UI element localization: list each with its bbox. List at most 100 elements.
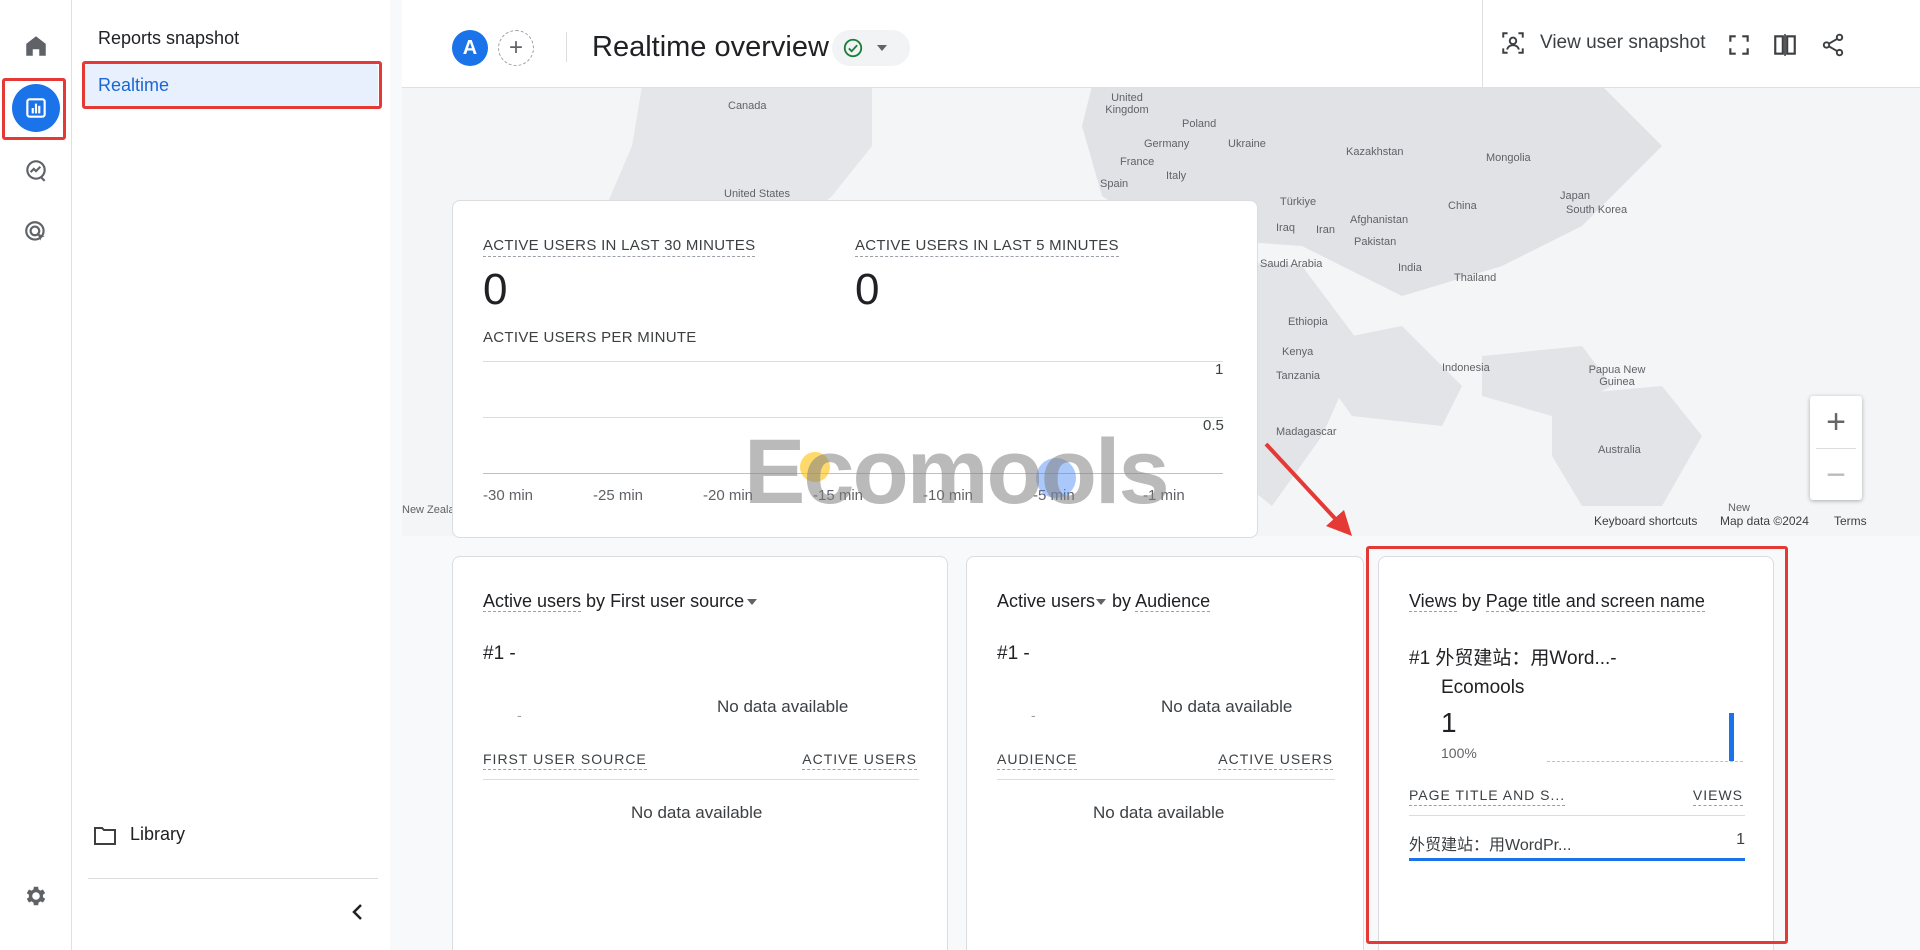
map-country-label: Italy bbox=[1166, 170, 1187, 182]
caret-down-icon[interactable] bbox=[746, 597, 758, 607]
chart-no-data: No data available bbox=[717, 697, 849, 716]
map-country-label: France bbox=[1120, 156, 1155, 168]
map-country-label: China bbox=[1448, 200, 1477, 212]
map-country-label: Germany bbox=[1144, 138, 1190, 150]
map-country-label: India bbox=[1398, 262, 1422, 274]
views-card-highlight-box bbox=[1366, 546, 1788, 944]
zoom-in-button[interactable]: + bbox=[1810, 396, 1862, 448]
chevron-left-icon[interactable] bbox=[346, 900, 370, 924]
map-country-label: Kazakhstan bbox=[1346, 146, 1404, 158]
annotation-arrow-icon bbox=[1264, 442, 1352, 536]
chart-gridline bbox=[483, 417, 1223, 418]
map-country-label: Canada bbox=[728, 100, 767, 112]
chart-gridline bbox=[483, 361, 1223, 362]
first-user-source-card: Active users by First user source #1 - -… bbox=[452, 556, 948, 950]
nav-divider bbox=[88, 878, 378, 879]
map-country-label: Madagascar bbox=[1276, 426, 1337, 438]
col-header-first-user-source[interactable]: FIRST USER SOURCE bbox=[483, 751, 647, 770]
zoom-out-button[interactable]: − bbox=[1810, 449, 1862, 501]
compare-columns-icon[interactable] bbox=[1772, 32, 1798, 58]
caret-down-icon[interactable] bbox=[1095, 597, 1107, 607]
folder-icon bbox=[94, 826, 116, 845]
table-divider bbox=[997, 779, 1335, 780]
map-country-label: Ethiopia bbox=[1288, 316, 1328, 328]
page-header: A + Realtime overview View user snapshot bbox=[402, 0, 1920, 88]
map-country-label: Iran bbox=[1316, 224, 1335, 236]
nav-item-reports-snapshot[interactable]: Reports snapshot bbox=[98, 28, 239, 49]
map-country-label: Poland bbox=[1182, 118, 1217, 130]
map-zoom-control: + − bbox=[1810, 396, 1862, 500]
map-country-label: New bbox=[1728, 502, 1751, 514]
title-by-text: by bbox=[581, 591, 611, 611]
map-country-label: Afghanistan bbox=[1350, 214, 1409, 226]
map-country-label: Tanzania bbox=[1276, 370, 1321, 382]
audience-card: Active users by Audience #1 - - No data … bbox=[966, 556, 1364, 950]
active-users-5min-value: 0 bbox=[855, 265, 880, 314]
map-country-label: United Kingdom bbox=[1105, 92, 1149, 116]
col-header-audience[interactable]: AUDIENCE bbox=[997, 751, 1078, 770]
top-rank-label: #1 - bbox=[997, 643, 1030, 664]
map-country-label: Thailand bbox=[1454, 272, 1497, 284]
y-tick-label: 1 bbox=[1215, 361, 1224, 378]
placeholder-dash: - bbox=[517, 707, 522, 723]
add-comparison-button[interactable]: + bbox=[498, 30, 534, 66]
col-header-active-users[interactable]: ACTIVE USERS bbox=[802, 751, 917, 770]
map-country-label: South Korea bbox=[1566, 204, 1628, 216]
x-tick-label: -25 min bbox=[593, 487, 644, 504]
map-country-label: Papua New Guinea bbox=[1588, 364, 1646, 388]
settings-gear-icon[interactable] bbox=[12, 872, 60, 920]
home-icon[interactable] bbox=[12, 22, 60, 70]
x-tick-label: -30 min bbox=[483, 487, 534, 504]
status-chip[interactable] bbox=[832, 30, 910, 66]
user-snapshot-icon bbox=[1502, 32, 1524, 54]
active-users-30min-value: 0 bbox=[483, 265, 508, 314]
property-avatar[interactable]: A bbox=[452, 30, 488, 66]
chart-no-data: No data available bbox=[1161, 697, 1293, 716]
dimension-selector[interactable]: First user source bbox=[610, 591, 744, 611]
page-title: Realtime overview bbox=[592, 31, 829, 63]
map-country-label: Saudi Arabia bbox=[1260, 258, 1323, 270]
map-country-label: Mongolia bbox=[1486, 152, 1531, 164]
map-country-label: Kenya bbox=[1282, 346, 1314, 358]
check-circle-icon bbox=[843, 38, 863, 58]
col-header-active-users[interactable]: ACTIVE USERS bbox=[1218, 751, 1333, 770]
share-icon[interactable] bbox=[1820, 32, 1846, 58]
header-separator bbox=[566, 32, 567, 62]
active-users-30min-label[interactable]: ACTIVE USERS IN LAST 30 MINUTES bbox=[483, 237, 756, 257]
metric-selector[interactable]: Active users bbox=[997, 591, 1095, 611]
map-country-label: Australia bbox=[1598, 444, 1641, 456]
active-users-per-minute-label: ACTIVE USERS PER MINUTE bbox=[483, 329, 697, 346]
watermark-logo: Ecomools bbox=[744, 421, 1170, 523]
dimension-selector[interactable]: Audience bbox=[1135, 591, 1211, 612]
map-country-label: Ukraine bbox=[1228, 138, 1266, 150]
table-no-data: No data available bbox=[1093, 803, 1225, 822]
map-country-label: Indonesia bbox=[1442, 362, 1490, 374]
header-right-separator bbox=[1482, 0, 1483, 88]
view-user-snapshot-button[interactable]: View user snapshot bbox=[1500, 30, 1705, 56]
map-terms-link[interactable]: Terms bbox=[1834, 514, 1867, 528]
first-user-source-card-title: Active users by First user source bbox=[483, 591, 758, 612]
y-tick-label: 0.5 bbox=[1203, 417, 1224, 434]
nav-highlight-box bbox=[82, 61, 382, 109]
placeholder-dash: - bbox=[1031, 707, 1036, 723]
fullscreen-icon[interactable] bbox=[1726, 32, 1752, 58]
active-users-5min-label[interactable]: ACTIVE USERS IN LAST 5 MINUTES bbox=[855, 237, 1119, 257]
library-label: Library bbox=[130, 824, 186, 844]
left-rail bbox=[0, 0, 72, 950]
advertising-icon[interactable] bbox=[12, 208, 60, 256]
nav-item-library[interactable]: Library bbox=[94, 824, 185, 845]
view-user-snapshot-label: View user snapshot bbox=[1540, 32, 1706, 53]
explore-icon[interactable] bbox=[12, 146, 60, 194]
reports-nav-panel: Reports snapshot Realtime Library bbox=[72, 0, 390, 950]
map-country-label: Japan bbox=[1560, 190, 1590, 202]
keyboard-shortcuts-link[interactable]: Keyboard shortcuts bbox=[1594, 514, 1697, 528]
table-divider bbox=[483, 779, 919, 780]
audience-card-title: Active users by Audience bbox=[997, 591, 1211, 612]
app: Reports snapshot Realtime Library Canada bbox=[0, 0, 1920, 950]
top-rank-label: #1 - bbox=[483, 643, 516, 664]
map-country-label: Spain bbox=[1100, 178, 1129, 190]
rail-highlight-box bbox=[2, 78, 66, 140]
map-country-label: Iraq bbox=[1276, 222, 1295, 234]
metric-selector[interactable]: Active users bbox=[483, 591, 582, 612]
caret-down-icon bbox=[877, 45, 887, 51]
